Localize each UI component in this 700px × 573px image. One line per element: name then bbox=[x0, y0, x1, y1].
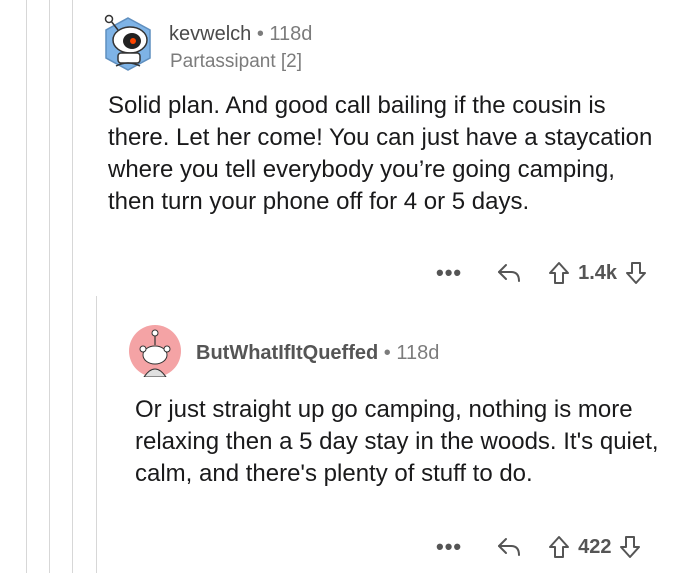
comment-age: 118d bbox=[269, 23, 313, 45]
comment-actions: ••• 422 bbox=[436, 529, 641, 565]
username[interactable]: ButWhatIfItQueffed bbox=[196, 342, 378, 364]
snoo-avatar-icon bbox=[129, 325, 181, 378]
avatar[interactable] bbox=[129, 325, 181, 378]
username[interactable]: kevwelch bbox=[169, 23, 251, 45]
more-options-button[interactable]: ••• bbox=[436, 262, 462, 284]
downvote-button[interactable] bbox=[625, 261, 647, 285]
downvote-button[interactable] bbox=[619, 535, 641, 559]
upvote-button[interactable] bbox=[548, 535, 570, 559]
comment-body: Solid plan. And good call bailing if the… bbox=[108, 92, 653, 215]
vote-score: 1.4k bbox=[578, 261, 618, 284]
upvote-arrow-icon bbox=[549, 536, 570, 558]
separator-dot: • bbox=[256, 23, 264, 45]
comment-body: Or just straight up go camping, nothing … bbox=[135, 396, 659, 487]
comment-meta: kevwelch • 118d bbox=[169, 22, 312, 46]
upvote-arrow-icon bbox=[549, 262, 570, 284]
more-options-button[interactable]: ••• bbox=[436, 536, 462, 558]
robot-avatar-icon bbox=[104, 14, 151, 71]
thread-line-1[interactable] bbox=[26, 0, 27, 573]
downvote-arrow-icon bbox=[620, 536, 641, 558]
thread-line-4[interactable] bbox=[96, 296, 97, 573]
reply-button[interactable] bbox=[496, 536, 522, 558]
reply-icon bbox=[498, 538, 521, 556]
comment-actions: ••• 1.4k bbox=[436, 255, 647, 291]
vote-score: 422 bbox=[578, 535, 612, 558]
downvote-arrow-icon bbox=[626, 262, 647, 284]
comment-age: 118d bbox=[396, 342, 440, 364]
separator-dot: • bbox=[383, 342, 391, 364]
reply-button[interactable] bbox=[496, 262, 522, 284]
upvote-button[interactable] bbox=[548, 261, 570, 285]
avatar[interactable] bbox=[102, 14, 154, 74]
thread-line-2[interactable] bbox=[49, 0, 50, 573]
reply-icon bbox=[498, 264, 521, 282]
user-flair: Partassipant [2] bbox=[170, 51, 303, 72]
thread-line-3[interactable] bbox=[72, 0, 73, 573]
comment-meta: ButWhatIfItQueffed • 118d bbox=[196, 341, 439, 365]
